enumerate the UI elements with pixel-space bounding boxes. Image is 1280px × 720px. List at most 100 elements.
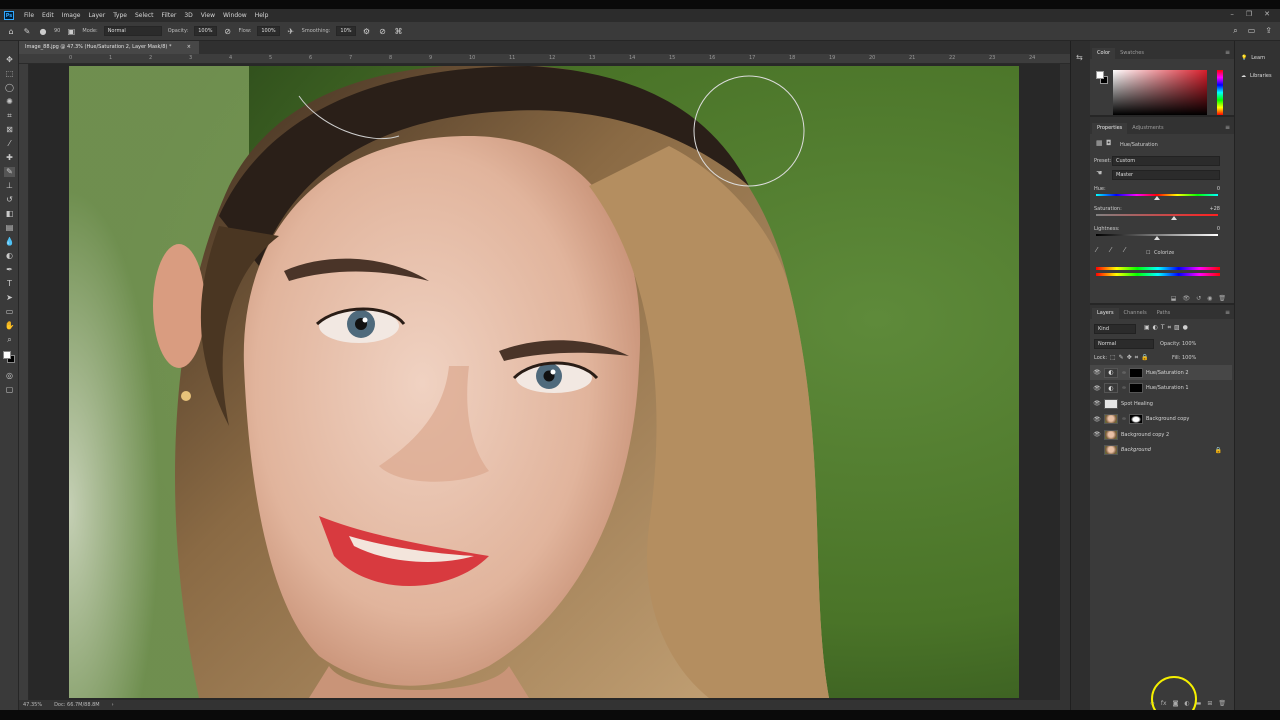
trash-icon[interactable]: 🗑 bbox=[1218, 295, 1226, 302]
saturation-value[interactable]: +28 bbox=[1209, 206, 1220, 212]
canvas[interactable] bbox=[29, 64, 1060, 700]
eye-icon[interactable]: 👁 bbox=[1090, 385, 1104, 392]
status-menu-arrow[interactable]: › bbox=[112, 702, 114, 708]
saturation-slider[interactable] bbox=[1096, 214, 1218, 216]
airbrush-icon[interactable]: ✈ bbox=[286, 26, 296, 36]
channel-select[interactable]: Master bbox=[1112, 170, 1220, 180]
menu-3d[interactable]: 3D bbox=[180, 12, 196, 19]
panel-menu-icon[interactable]: ≡ bbox=[1225, 49, 1230, 56]
clone-stamp-tool-icon[interactable]: ⊥ bbox=[4, 181, 15, 191]
rectangle-tool-icon[interactable]: ▭ bbox=[4, 307, 15, 317]
hue-value[interactable]: 0 bbox=[1217, 186, 1220, 192]
preset-select[interactable]: Custom bbox=[1112, 156, 1220, 166]
zoom-tool-icon[interactable]: ⌕ bbox=[4, 335, 15, 345]
learn-button[interactable]: 💡 Learn bbox=[1235, 49, 1280, 67]
document-tab[interactable]: Image_88.jpg @ 47.3% (Hue/Saturation 2, … bbox=[19, 41, 199, 54]
screen-mode-icon[interactable]: ▢ bbox=[4, 385, 15, 395]
layer-row[interactable]: 👁 Background copy 2 bbox=[1090, 427, 1232, 442]
frame-tool-icon[interactable]: ⊠ bbox=[4, 125, 15, 135]
healing-tool-icon[interactable]: ✚ bbox=[4, 153, 15, 163]
pen-tool-icon[interactable]: ✒ bbox=[4, 265, 15, 275]
layer-row[interactable]: 👁 Spot Healing bbox=[1090, 396, 1232, 411]
vertical-ruler[interactable] bbox=[19, 64, 29, 700]
history-icon[interactable]: ⇆ bbox=[1076, 53, 1083, 62]
pressure-size-icon[interactable]: ⊘ bbox=[378, 26, 388, 36]
chain-link-icon[interactable]: ∞ bbox=[1121, 370, 1127, 376]
menu-view[interactable]: View bbox=[197, 12, 219, 19]
portrait-photo[interactable] bbox=[69, 66, 1019, 698]
layer-row[interactable]: 👁 ∞ Background copy bbox=[1090, 412, 1232, 427]
eyedropper-plus-icon[interactable]: ⁄ bbox=[1110, 246, 1111, 254]
fill-value[interactable]: 100% bbox=[1182, 355, 1196, 361]
menu-file[interactable]: File bbox=[20, 12, 38, 19]
layer-mask-thumbnail[interactable] bbox=[1129, 367, 1143, 378]
document-tab-close[interactable]: × bbox=[187, 41, 191, 54]
gradient-tool-icon[interactable]: ▤ bbox=[4, 223, 15, 233]
targeted-adjust-icon[interactable]: ☚ bbox=[1096, 169, 1102, 177]
eyedropper-icon[interactable]: ⁄ bbox=[1096, 246, 1097, 254]
layer-opacity-value[interactable]: 100% bbox=[1182, 341, 1196, 347]
layer-row[interactable]: Background 🔒 bbox=[1090, 443, 1232, 458]
clip-to-layer-icon[interactable]: ⬓ bbox=[1171, 295, 1177, 302]
lasso-tool-icon[interactable]: ◯ bbox=[4, 83, 15, 93]
blur-tool-icon[interactable]: 💧 bbox=[4, 237, 15, 247]
crop-tool-icon[interactable]: ⌗ bbox=[4, 111, 15, 121]
menu-image[interactable]: Image bbox=[58, 12, 85, 19]
gear-icon[interactable]: ⚙ bbox=[362, 26, 372, 36]
lightness-value[interactable]: 0 bbox=[1217, 226, 1220, 232]
menu-filter[interactable]: Filter bbox=[158, 12, 181, 19]
share-icon[interactable]: ⇪ bbox=[1265, 26, 1272, 36]
brush-tool-icon[interactable]: ✎ bbox=[22, 26, 32, 36]
eye-icon[interactable]: 👁 bbox=[1090, 416, 1104, 423]
eye-icon[interactable]: 👁 bbox=[1090, 431, 1104, 438]
layer-mask-thumbnail[interactable] bbox=[1129, 383, 1143, 393]
workspace-icon[interactable]: ▭ bbox=[1248, 26, 1256, 36]
mask-icon[interactable]: ◘ bbox=[1106, 139, 1112, 147]
hand-tool-icon[interactable]: ✋ bbox=[4, 321, 15, 331]
mode-select[interactable]: Normal bbox=[103, 26, 162, 36]
marquee-tool-icon[interactable]: ⬚ bbox=[4, 69, 15, 79]
chain-link-icon[interactable]: ∞ bbox=[1121, 385, 1127, 391]
layer-filter-icons[interactable]: ▣◐T⌗▨● bbox=[1144, 324, 1191, 332]
dodge-tool-icon[interactable]: ◐ bbox=[4, 251, 15, 261]
brush-settings-icon[interactable]: ▣ bbox=[66, 26, 76, 36]
minimize-button[interactable]: – bbox=[1230, 10, 1234, 18]
delete-layer-icon[interactable]: 🗑 bbox=[1218, 700, 1226, 707]
layer-filter-kind[interactable]: Kind bbox=[1094, 324, 1136, 334]
layer-row[interactable]: 👁 ◐ ∞ Hue/Saturation 2 bbox=[1090, 365, 1232, 380]
tab-properties[interactable]: Properties bbox=[1092, 123, 1128, 134]
quick-mask-icon[interactable]: ◎ bbox=[4, 371, 15, 381]
brush-tool-icon[interactable]: ✎ bbox=[4, 167, 15, 177]
eraser-tool-icon[interactable]: ◧ bbox=[4, 209, 15, 219]
menu-layer[interactable]: Layer bbox=[84, 12, 109, 19]
blend-mode-select[interactable]: Normal bbox=[1094, 339, 1154, 349]
saturation-slider-thumb[interactable] bbox=[1171, 216, 1178, 220]
hue-strip[interactable] bbox=[1217, 70, 1223, 115]
foreground-color-chip[interactable] bbox=[1096, 71, 1104, 79]
layer-mask-thumbnail[interactable] bbox=[1129, 414, 1143, 424]
tab-layers[interactable]: Layers bbox=[1092, 308, 1119, 319]
home-icon[interactable]: ⌂ bbox=[6, 26, 16, 36]
panel-menu-icon[interactable]: ≡ bbox=[1225, 124, 1230, 131]
tab-channels[interactable]: Channels bbox=[1119, 308, 1152, 319]
layer-thumbnail[interactable]: ◐ bbox=[1104, 383, 1118, 393]
tab-paths[interactable]: Paths bbox=[1152, 308, 1176, 319]
status-zoom[interactable]: 47.35% bbox=[23, 702, 42, 708]
layer-thumbnail[interactable] bbox=[1104, 445, 1118, 455]
eye-icon[interactable]: 👁 bbox=[1090, 369, 1104, 376]
lock-icons[interactable]: ⬚✎✥⌗🔒 bbox=[1110, 354, 1152, 362]
lock-icon[interactable]: 🔒 bbox=[1215, 447, 1222, 454]
symmetry-icon[interactable]: ⌘ bbox=[394, 26, 404, 36]
layer-thumbnail[interactable]: ◐ bbox=[1104, 367, 1118, 378]
menu-select[interactable]: Select bbox=[131, 12, 158, 19]
foreground-color-swatch[interactable] bbox=[3, 351, 11, 359]
opacity-field[interactable]: 100% bbox=[194, 26, 217, 36]
layer-row[interactable]: 👁 ◐ ∞ Hue/Saturation 1 bbox=[1090, 381, 1232, 396]
vertical-scrollbar[interactable] bbox=[1060, 64, 1070, 700]
flow-field[interactable]: 100% bbox=[257, 26, 280, 36]
layer-thumbnail[interactable] bbox=[1104, 429, 1118, 440]
color-picker-field[interactable] bbox=[1113, 70, 1207, 115]
tab-adjustments[interactable]: Adjustments bbox=[1127, 123, 1168, 134]
menu-help[interactable]: Help bbox=[251, 12, 273, 19]
tab-color[interactable]: Color bbox=[1092, 48, 1116, 59]
